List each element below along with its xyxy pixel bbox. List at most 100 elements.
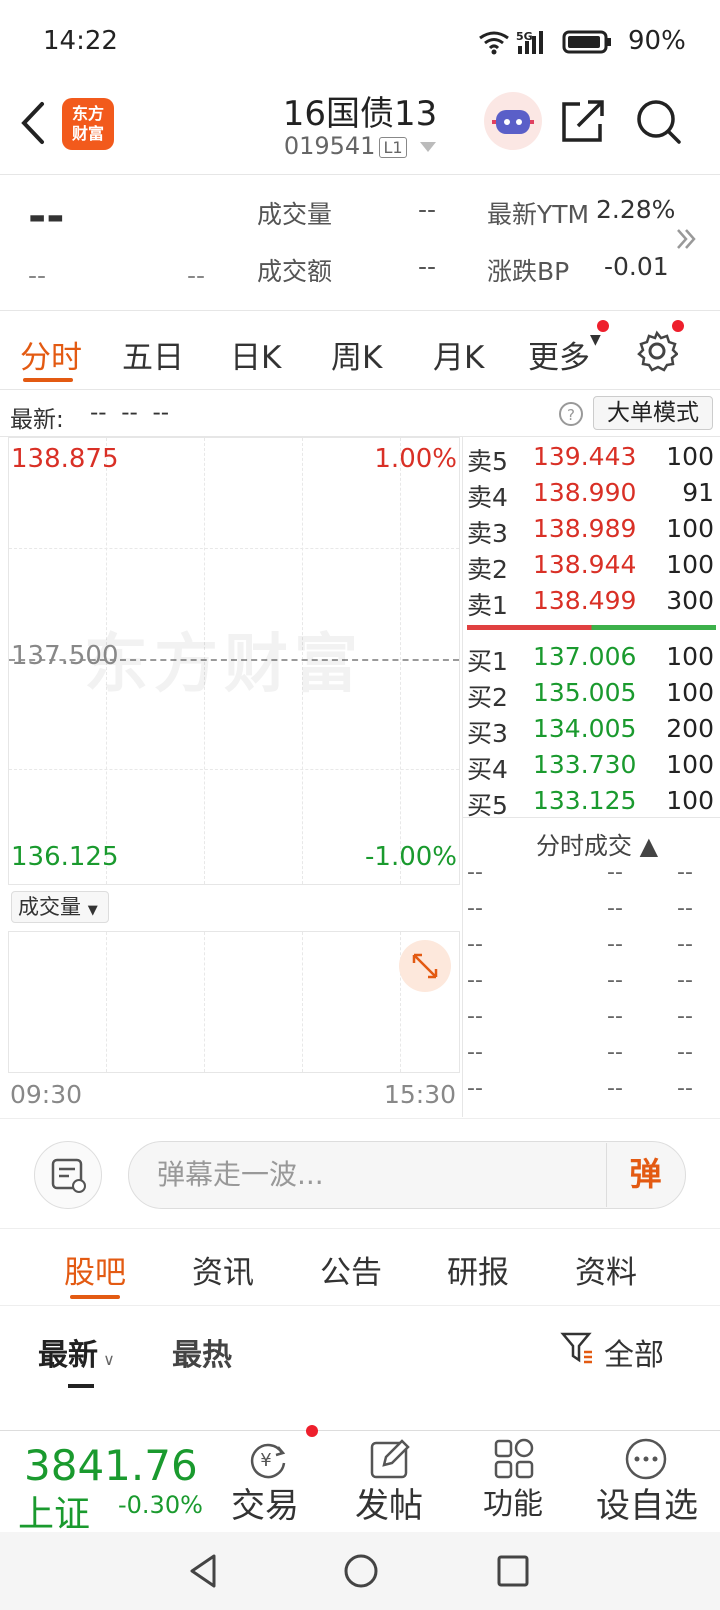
bid-row: 买1 137.006 100: [463, 642, 720, 678]
tab-intraday[interactable]: 分时: [20, 332, 82, 377]
settings-gear-icon[interactable]: [636, 330, 678, 372]
ask-label: 卖2: [467, 555, 508, 584]
tick-row: -- -- --: [467, 932, 717, 968]
grid-line: [400, 438, 401, 884]
bid-row: 买2 135.005 100: [463, 678, 720, 714]
system-recents-icon[interactable]: [496, 1554, 530, 1588]
tick-time: --: [467, 896, 483, 921]
price-lower-label: 136.125: [11, 842, 119, 872]
tick-volume: --: [677, 860, 693, 885]
tick-time: --: [467, 1040, 483, 1065]
sort-latest-label: 最新: [38, 1338, 98, 1373]
help-icon[interactable]: ?: [558, 401, 584, 427]
chevron-down-icon: ∨: [98, 1350, 115, 1369]
index-ticker[interactable]: 3841.76 上证 -0.30%: [0, 1431, 210, 1535]
nav-post[interactable]: 发帖: [324, 1431, 454, 1533]
volume-indicator-select[interactable]: 成交量 ▼: [11, 891, 109, 923]
tick-row: -- -- --: [467, 1076, 717, 1112]
volume-chart[interactable]: [8, 931, 460, 1073]
tab-announcements[interactable]: 公告: [320, 1247, 382, 1292]
big-order-mode-button[interactable]: 大单模式: [593, 396, 713, 430]
change-value: --: [28, 261, 47, 290]
tab-news[interactable]: 资讯: [192, 1247, 254, 1292]
tab-research[interactable]: 研报: [447, 1247, 509, 1292]
filter-all[interactable]: 全部: [604, 1330, 664, 1374]
tick-row: -- -- --: [467, 860, 717, 896]
bid-row: 买3 134.005 200: [463, 714, 720, 750]
sort-hot[interactable]: 最热: [172, 1330, 232, 1374]
grid-line: [9, 548, 459, 549]
grid-line: [302, 932, 303, 1072]
latest-values: -- -- --: [90, 400, 170, 426]
tab-weekly-k[interactable]: 周K: [331, 332, 382, 377]
change-percent: --: [187, 261, 206, 290]
nav-trade[interactable]: ¥ 交易: [200, 1425, 330, 1533]
notes-button[interactable]: [34, 1141, 102, 1209]
bid-label: 买2: [467, 683, 508, 712]
bid-label: 买1: [467, 647, 508, 676]
comment-bar: 弹幕走一波... 弹: [0, 1118, 720, 1228]
tick-volume: --: [677, 1004, 693, 1029]
grid-apps-icon: [494, 1438, 534, 1479]
chart-tabs: 分时 五日 日K 周K 月K 更多▼: [0, 312, 720, 390]
system-nav-bar: [0, 1532, 720, 1610]
volume-label: 成交量: [257, 200, 333, 229]
ask-row: 卖5 139.443 100: [463, 442, 720, 478]
battery-percent: 90%: [628, 26, 686, 56]
nav-add-watchlist[interactable]: 设自选: [574, 1431, 720, 1533]
assistant-robot-icon[interactable]: [484, 92, 542, 150]
tab-forum[interactable]: 股吧: [64, 1247, 126, 1292]
tick-price: --: [607, 1040, 623, 1065]
index-name: 上证: [18, 1494, 91, 1535]
bp-value: -0.01: [604, 252, 669, 281]
ytm-label: 最新YTM: [487, 200, 590, 229]
latest-row: 最新: -- -- -- ? 大单模式: [0, 391, 720, 437]
header: 东方 财富 16国债13 019541 L1: [0, 80, 720, 175]
bid-label: 买3: [467, 719, 508, 748]
back-icon[interactable]: [18, 100, 48, 146]
latest-label: 最新:: [10, 407, 64, 433]
system-back-icon[interactable]: [186, 1552, 220, 1590]
intraday-chart[interactable]: 东方财富 138.875 1.00% 137.500 136.125 -1.00…: [8, 437, 460, 885]
ask-label: 卖5: [467, 447, 508, 476]
tick-time: --: [467, 1076, 483, 1101]
status-time: 14:22: [43, 26, 118, 56]
bid-ask-ratio-bar: [467, 625, 716, 630]
bid-label: 买4: [467, 755, 508, 784]
tab-profile[interactable]: 资料: [575, 1247, 637, 1292]
notification-dot: [597, 320, 609, 332]
nav-post-label: 发帖: [355, 1486, 423, 1526]
share-icon[interactable]: [560, 98, 606, 144]
divider: [463, 817, 720, 818]
tab-daily-k[interactable]: 日K: [230, 332, 281, 377]
tab-more[interactable]: 更多▼: [528, 332, 601, 377]
danmu-input[interactable]: 弹幕走一波...: [128, 1141, 686, 1209]
bid-qty: 100: [666, 786, 714, 815]
system-home-icon[interactable]: [342, 1552, 380, 1590]
ask-row: 卖2 138.944 100: [463, 550, 720, 586]
sort-latest[interactable]: 最新 ∨: [38, 1330, 115, 1374]
tab-underline: [23, 378, 73, 382]
bid-price: 134.005: [533, 714, 637, 743]
nav-functions[interactable]: 功能: [448, 1431, 578, 1533]
ask-price: 138.499: [533, 586, 637, 615]
bottom-nav: 3841.76 上证 -0.30% ¥ 交易 发帖 功能 设自选: [0, 1425, 720, 1535]
expand-right-icon[interactable]: [675, 227, 697, 251]
tick-trades-toggle[interactable]: 分时成交 ▲: [536, 826, 658, 861]
security-code[interactable]: 019541 L1: [200, 132, 520, 160]
fullscreen-button[interactable]: [399, 940, 451, 992]
bid-qty: 100: [666, 642, 714, 671]
tab-monthly-k[interactable]: 月K: [433, 332, 484, 377]
nav-watchlist-label: 设自选: [596, 1486, 698, 1526]
bid-qty: 100: [666, 678, 714, 707]
pct-upper-label: 1.00%: [374, 444, 457, 474]
volume-value: --: [418, 195, 437, 224]
logo-text: 东方 财富: [71, 104, 104, 143]
nav-functions-label: 功能: [483, 1487, 543, 1522]
danmu-send-button[interactable]: 弹: [606, 1143, 684, 1207]
tick-time: --: [467, 932, 483, 957]
time-axis-start: 09:30: [10, 1080, 83, 1109]
tab-five-day[interactable]: 五日: [122, 332, 184, 377]
filter-icon[interactable]: [560, 1330, 596, 1366]
search-icon[interactable]: [635, 98, 683, 146]
